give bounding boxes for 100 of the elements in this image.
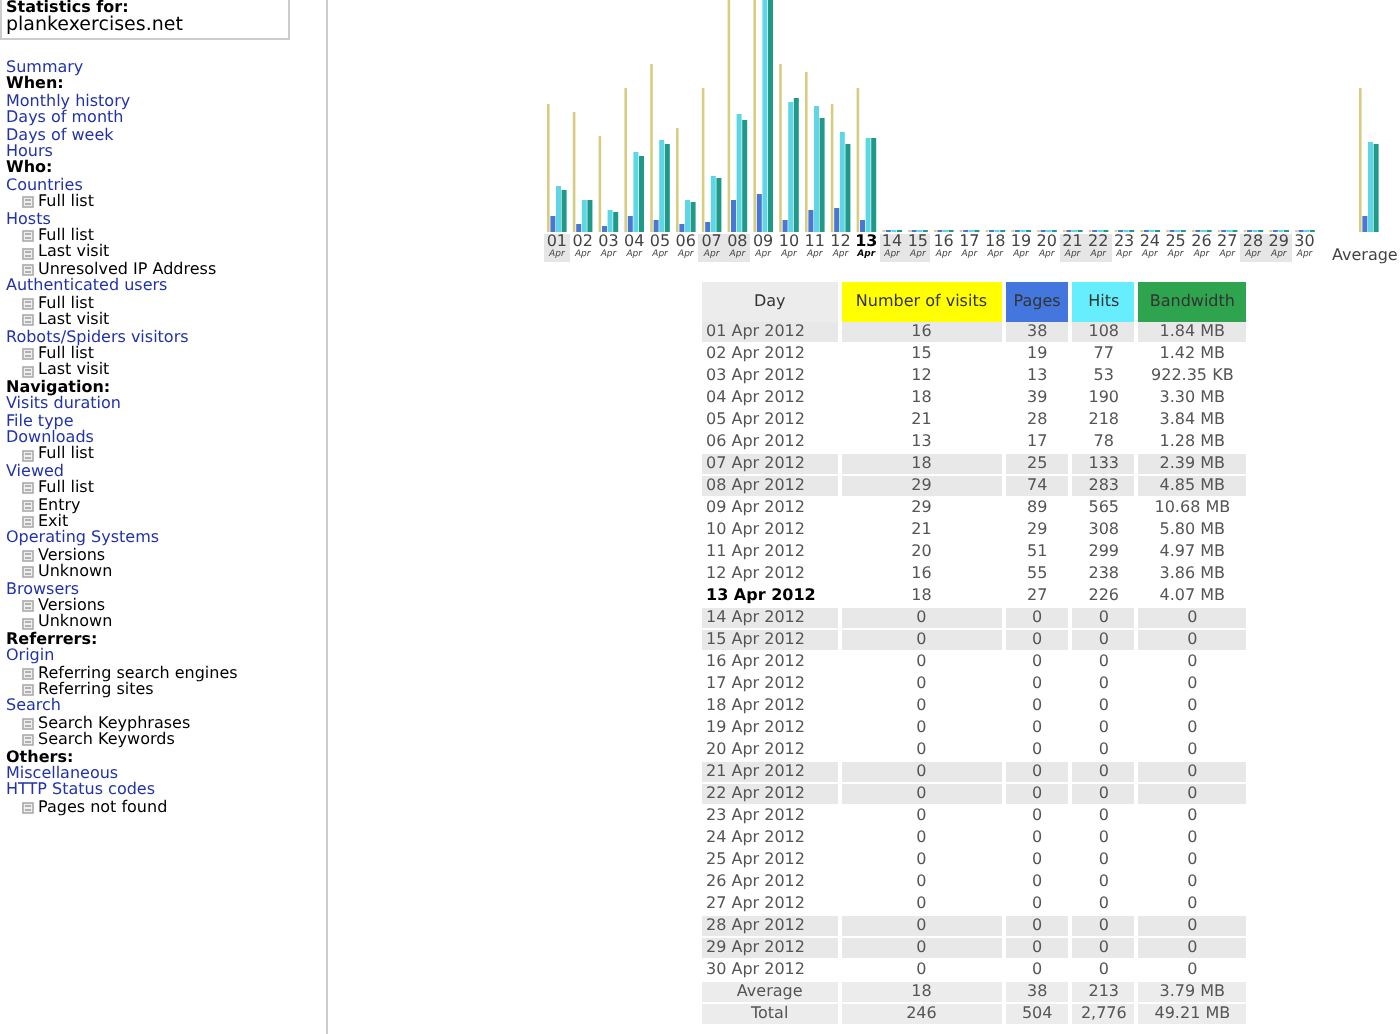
table-cell: 0 (1005, 718, 1069, 740)
table-cell: 89 (1005, 498, 1069, 520)
table-cell: 1.42 MB (1138, 344, 1246, 366)
menu-link[interactable]: Browsers (6, 581, 326, 598)
table-cell: 0 (1072, 674, 1135, 696)
menu-link[interactable]: Origin (6, 648, 326, 666)
submenu-link[interactable]: Full list (38, 194, 94, 212)
day-number: 19 (1008, 234, 1034, 250)
table-cell: 05 Apr 2012 (702, 410, 838, 432)
table-cell: 0 (1138, 696, 1246, 718)
bandwidth-bar (664, 144, 670, 232)
submenu-link[interactable]: Full list (38, 345, 94, 363)
table-cell: 0 (1072, 872, 1135, 894)
submenu-link[interactable]: Full list (38, 480, 94, 498)
table-cell: 0 (1072, 762, 1135, 784)
menu-link[interactable]: Operating Systems (6, 530, 326, 548)
menu-link[interactable]: Visits duration (6, 396, 326, 414)
table-cell: 02 Apr 2012 (702, 344, 838, 366)
table-cell: 0 (1138, 828, 1246, 850)
list-icon (22, 196, 34, 209)
submenu-link[interactable]: Referring sites (38, 682, 154, 699)
bandwidth-bar (613, 212, 619, 232)
table-cell: 0 (1005, 630, 1069, 652)
table-cell: 0 (1005, 784, 1069, 806)
day-number: 17 (957, 234, 982, 250)
submenu-link[interactable]: Last visit (38, 312, 110, 329)
menu-link[interactable]: Robots/Spiders visitors (6, 329, 326, 346)
day-number: 06 (673, 234, 698, 250)
submenu-link[interactable]: Search Keyphrases (38, 715, 191, 733)
menu-link[interactable]: Monthly history (6, 93, 326, 111)
day-number: 16 (931, 234, 956, 250)
table-cell: 0 (1005, 916, 1069, 938)
table-cell: 0 (1072, 784, 1135, 806)
table-cell: 12 (841, 366, 1002, 388)
menu-link[interactable]: Authenticated users (6, 278, 326, 296)
menu-link[interactable]: File type (6, 413, 326, 430)
menu-link[interactable]: Miscellaneous (6, 766, 326, 783)
bandwidth-bar (690, 202, 696, 232)
submenu-link[interactable]: Unresolved IP Address (38, 261, 217, 279)
submenu-link[interactable]: Unknown (38, 614, 113, 632)
table-cell: 3.86 MB (1138, 564, 1246, 586)
hits-bar (788, 102, 794, 232)
menu-link[interactable]: Summary (6, 60, 326, 77)
table-cell: 53 (1072, 366, 1135, 388)
list-icon (22, 718, 34, 731)
table-cell: 20 (841, 542, 1002, 564)
section-heading: Who: (6, 160, 55, 177)
submenu-link[interactable]: Last visit (38, 244, 110, 262)
pages-bar (834, 208, 840, 232)
submenu-link[interactable]: Referring search engines (38, 665, 238, 683)
table-cell: 0 (841, 938, 1002, 960)
table-cell: 26 Apr 2012 (702, 872, 838, 894)
table-cell: 51 (1005, 542, 1069, 564)
list-icon (22, 734, 34, 747)
bandwidth-bar (819, 118, 825, 232)
menu-link[interactable]: HTTP Status codes (6, 782, 326, 800)
submenu-link[interactable]: Versions (38, 598, 106, 615)
pages-bar (679, 224, 685, 232)
menu-link[interactable]: Downloads (6, 429, 326, 447)
table-cell: 922.35 KB (1138, 366, 1246, 388)
table-cell: 0 (841, 608, 1002, 630)
table-cell: 17 Apr 2012 (702, 674, 838, 696)
table-cell: 0 (1005, 608, 1069, 630)
table-cell: 0 (1005, 872, 1069, 894)
table-cell: 15 Apr 2012 (702, 630, 838, 652)
table-cell: 299 (1072, 542, 1135, 564)
menu-link[interactable]: Countries (6, 177, 326, 195)
submenu-link[interactable]: Full list (38, 295, 94, 313)
submenu-link[interactable]: Search Keywords (38, 732, 175, 750)
list-icon (22, 600, 34, 613)
submenu-link[interactable]: Unknown (38, 564, 113, 582)
table-cell: 0 (1072, 652, 1135, 674)
submenu-link[interactable]: Exit (38, 513, 69, 531)
table-cell: 238 (1072, 564, 1135, 586)
menu-link[interactable]: Days of week (6, 127, 326, 145)
menu-link[interactable]: Viewed (6, 463, 326, 481)
pages-bar (602, 226, 607, 232)
table-cell: 0 (841, 916, 1002, 938)
pages-bar (731, 200, 736, 232)
pages-bar (782, 220, 788, 232)
table-cell: 0 (1138, 850, 1246, 872)
column-header: Pages (1005, 282, 1069, 322)
table-cell: 0 (841, 828, 1002, 850)
submenu-link[interactable]: Pages not found (38, 799, 168, 817)
table-cell: 0 (841, 872, 1002, 894)
table-cell: 0 (841, 696, 1002, 718)
submenu-link[interactable]: Versions (38, 547, 106, 565)
menu-link[interactable]: Hours (6, 144, 326, 161)
section-heading: Navigation: (6, 379, 111, 396)
day-number: 29 (1265, 234, 1292, 250)
menu-link[interactable]: Days of month (6, 110, 326, 128)
table-cell: 3.84 MB (1138, 410, 1246, 432)
submenu-link[interactable]: Full list (38, 228, 94, 245)
menu-link[interactable]: Hosts (6, 211, 326, 229)
table-cell: 1.84 MB (1138, 322, 1246, 344)
submenu-link[interactable]: Full list (38, 446, 94, 464)
list-icon (22, 667, 34, 680)
submenu-link[interactable]: Last visit (38, 362, 110, 380)
menu-link[interactable]: Search (6, 698, 326, 716)
submenu-link[interactable]: Entry (38, 497, 81, 514)
